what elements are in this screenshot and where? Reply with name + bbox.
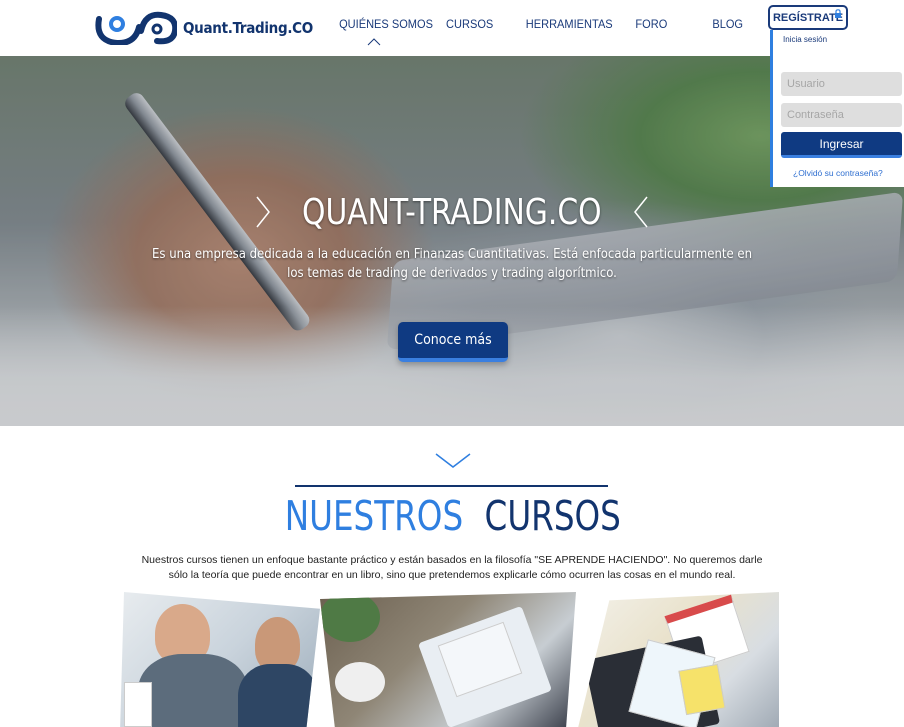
hero-description: Es una empresa dedicada a la educación e… [152,247,752,281]
learn-more-button[interactable]: Conoce más [398,322,508,362]
login-submit-button[interactable]: Ingresar [781,132,902,158]
courses-title-part1: NUESTROS [284,492,464,540]
register-button[interactable]: REGÍSTRATE [768,5,848,30]
section-divider [295,485,608,487]
nav-item-quienes-somos[interactable]: QUIÉNES SOMOS [339,17,433,31]
courses-title-part2: CURSOS [484,492,621,540]
course-card-image-3[interactable] [577,592,779,727]
lock-icon [835,9,841,18]
nav-item-foro[interactable]: FORO [635,17,667,31]
active-nav-caret-icon [367,38,381,46]
login-title: Inicia sesión [783,35,828,44]
username-input[interactable] [781,72,902,96]
nav-item-herramientas[interactable]: HERRAMIENTAS [526,17,613,31]
courses-description: Nuestros cursos tienen un enfoque bastan… [141,554,763,581]
nav-item-blog[interactable]: BLOG [712,17,743,31]
course-card-image-2[interactable] [320,592,576,727]
courses-title: NUESTROS CURSOS [0,492,904,540]
password-input[interactable] [781,103,902,127]
nav-item-cursos[interactable]: CURSOS [446,17,493,31]
hero-banner: QUANT-TRADING.CO Es una empresa dedicada… [0,56,904,426]
register-label: REGÍSTRATE [772,11,844,24]
login-panel: Inicia sesión Ingresar ¿Olvidó su contra… [770,30,904,187]
course-card-image-1[interactable] [120,592,320,727]
forgot-password-link[interactable]: ¿Olvidó su contraseña? [793,168,883,178]
chevron-left-icon [634,196,648,228]
hero-title: QUANT-TRADING.CO [302,192,602,233]
chevron-down-icon[interactable] [435,452,471,469]
